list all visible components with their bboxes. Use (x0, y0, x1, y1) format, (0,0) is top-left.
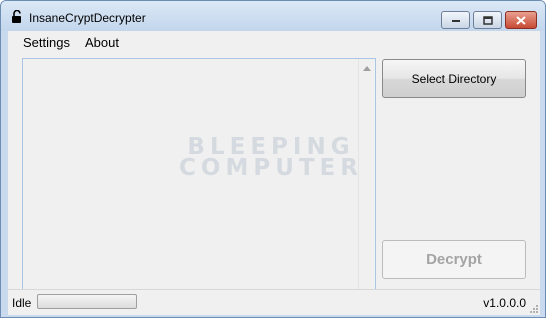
select-directory-button[interactable]: Select Directory (382, 59, 526, 98)
close-icon (516, 15, 526, 25)
close-button[interactable] (505, 11, 537, 29)
resize-grip-icon[interactable] (528, 302, 538, 313)
app-window: InsaneCryptDecrypter Settings About Sele… (0, 0, 546, 318)
progress-bar (37, 294, 137, 309)
maximize-button[interactable] (473, 11, 502, 29)
decrypt-button[interactable]: Decrypt (382, 240, 526, 279)
status-bar: Idle v1.0.0.0 (8, 289, 540, 315)
unlocked-padlock-icon (10, 9, 24, 24)
version-label: v1.0.0.0 (483, 296, 526, 310)
window-title: InsaneCryptDecrypter (29, 11, 146, 25)
status-text: Idle (12, 296, 32, 310)
menu-about[interactable]: About (85, 35, 119, 50)
vertical-scrollbar[interactable] (358, 59, 375, 306)
scroll-up-icon[interactable] (363, 66, 371, 71)
menu-bar: Settings About (8, 31, 540, 53)
maximize-icon (482, 15, 493, 25)
minimize-button[interactable] (441, 11, 470, 29)
output-textbox[interactable] (22, 58, 376, 307)
client-area: Settings About Select Directory Decrypt … (8, 31, 540, 315)
title-bar[interactable]: InsaneCryptDecrypter (1, 1, 545, 31)
minimize-icon (451, 17, 461, 23)
menu-settings[interactable]: Settings (23, 35, 70, 50)
